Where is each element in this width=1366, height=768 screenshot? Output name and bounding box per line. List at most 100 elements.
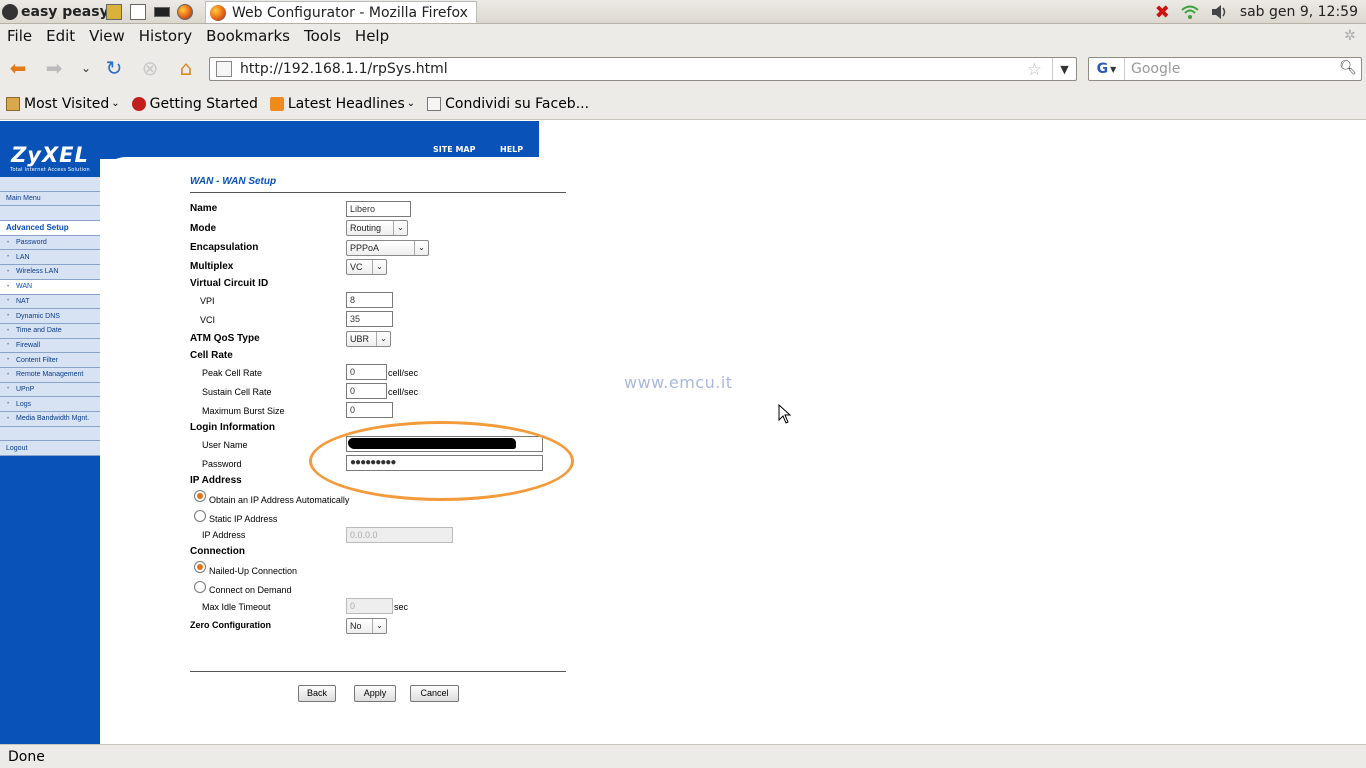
menu-nat[interactable]: NAT bbox=[0, 294, 100, 310]
text-editor-launcher-icon[interactable] bbox=[130, 4, 146, 20]
watermark: www.emcu.it bbox=[624, 373, 733, 392]
page-title: WAN - WAN Setup bbox=[190, 176, 277, 187]
wifi-icon[interactable] bbox=[1180, 4, 1200, 20]
menu-remote-management[interactable]: Remote Management bbox=[0, 367, 100, 383]
obtain-ip-radio[interactable] bbox=[194, 490, 206, 502]
nailed-up-radio[interactable] bbox=[194, 561, 206, 573]
menu-lan[interactable]: LAN bbox=[0, 250, 100, 266]
menu-advanced-setup[interactable]: Advanced Setup bbox=[0, 221, 100, 236]
max-idle-field[interactable]: 0 bbox=[346, 598, 393, 614]
terminal-launcher-icon[interactable] bbox=[154, 7, 170, 17]
zero-config-select[interactable]: No ⌄ bbox=[346, 618, 387, 634]
home-icon[interactable]: ⌂ bbox=[174, 56, 198, 80]
clock[interactable]: sab gen 9, 12:59 bbox=[1240, 4, 1358, 20]
reload-icon[interactable]: ↻ bbox=[102, 56, 126, 80]
system-tray: ✖ sab gen 9, 12:59 bbox=[1155, 0, 1358, 24]
apply-button[interactable]: Apply bbox=[354, 685, 396, 702]
vpi-field[interactable]: 8 bbox=[346, 292, 393, 308]
menu-file[interactable]: File bbox=[0, 27, 39, 45]
sustain-cell-rate-label: Sustain Cell Rate bbox=[202, 387, 272, 397]
zyxel-menu: Main Menu Advanced Setup Password LAN Wi… bbox=[0, 177, 100, 457]
menu-firewall[interactable]: Firewall bbox=[0, 338, 100, 354]
peak-cell-rate-label: Peak Cell Rate bbox=[202, 368, 263, 378]
menu-upnp[interactable]: UPnP bbox=[0, 382, 100, 398]
bookmark-latest-headlines[interactable]: Latest Headlines ⌄ bbox=[264, 96, 421, 112]
forward-icon[interactable]: ➡ bbox=[42, 56, 66, 80]
connect-on-demand-radio[interactable] bbox=[194, 581, 206, 593]
stop-icon[interactable]: ⊗ bbox=[138, 56, 162, 80]
cell-unit: cell/sec bbox=[388, 368, 419, 378]
menu-spacer bbox=[0, 206, 100, 222]
menu-logout[interactable]: Logout bbox=[0, 441, 100, 457]
volume-icon[interactable] bbox=[1210, 4, 1230, 20]
menu-tools[interactable]: Tools bbox=[297, 27, 348, 45]
divider bbox=[190, 192, 566, 193]
login-info-label: Login Information bbox=[190, 422, 275, 433]
page-icon bbox=[427, 96, 442, 111]
encapsulation-select[interactable]: PPPoA ⌄ bbox=[346, 240, 429, 256]
site-identity-icon[interactable] bbox=[216, 61, 232, 77]
search-bar[interactable]: G ▼ Google 🔍︎ bbox=[1088, 57, 1362, 81]
qos-select[interactable]: UBR ⌄ bbox=[346, 331, 391, 347]
bookmark-star-icon[interactable]: ☆ bbox=[1027, 60, 1042, 80]
menu-time-and-date[interactable]: Time and Date bbox=[0, 323, 100, 339]
connect-on-demand-label: Connect on Demand bbox=[209, 585, 292, 595]
name-field[interactable]: Libero bbox=[346, 201, 411, 217]
chevron-down-icon: ⌄ bbox=[414, 241, 428, 255]
menu-logs[interactable]: Logs bbox=[0, 397, 100, 412]
file-manager-launcher-icon[interactable] bbox=[106, 4, 122, 20]
menu-password[interactable]: Password bbox=[0, 235, 100, 251]
multiplex-select[interactable]: VC ⌄ bbox=[346, 259, 387, 275]
multiplex-label: Multiplex bbox=[190, 261, 234, 272]
vci-field[interactable]: 35 bbox=[346, 311, 393, 327]
back-button[interactable]: Back bbox=[298, 685, 336, 702]
menu-history[interactable]: History bbox=[132, 27, 199, 45]
zero-config-label: Zero Configuration bbox=[190, 620, 271, 630]
search-engine-selector[interactable]: G ▼ bbox=[1089, 58, 1125, 80]
window-title: Web Configurator - Mozilla Firefox bbox=[232, 4, 468, 21]
url-dropdown-icon[interactable]: ▼ bbox=[1052, 58, 1076, 80]
menu-main-menu[interactable]: Main Menu bbox=[0, 191, 100, 207]
name-label: Name bbox=[190, 203, 218, 214]
cancel-button[interactable]: Cancel bbox=[410, 685, 459, 702]
bookmark-getting-started[interactable]: Getting Started bbox=[126, 96, 264, 112]
bookmark-condividi[interactable]: Condividi su Faceb... bbox=[421, 96, 595, 112]
vpi-label: VPI bbox=[200, 296, 215, 306]
bookmark-most-visited[interactable]: Most Visited ⌄ bbox=[0, 96, 126, 112]
menu-content-filter[interactable]: Content Filter bbox=[0, 353, 100, 368]
menu-help[interactable]: Help bbox=[348, 27, 396, 45]
menu-bookmarks[interactable]: Bookmarks bbox=[199, 27, 297, 45]
mode-select[interactable]: Routing ⌄ bbox=[346, 220, 408, 236]
close-notification-icon[interactable]: ✖ bbox=[1155, 2, 1170, 23]
multiplex-value: VC bbox=[350, 262, 363, 272]
search-input[interactable]: Google bbox=[1125, 61, 1180, 77]
menu-edit[interactable]: Edit bbox=[39, 27, 82, 45]
url-text[interactable]: http://192.168.1.1/rpSys.html bbox=[240, 61, 448, 77]
menu-wan[interactable]: WAN bbox=[0, 279, 100, 295]
menu-wireless-lan[interactable]: Wireless LAN bbox=[0, 265, 100, 280]
bookmark-label: Getting Started bbox=[149, 95, 258, 112]
sustain-cell-rate-field[interactable]: 0 bbox=[346, 383, 387, 399]
chevron-down-icon: ⌄ bbox=[372, 619, 386, 633]
max-burst-field[interactable]: 0 bbox=[346, 402, 393, 418]
encapsulation-label: Encapsulation bbox=[190, 242, 259, 253]
ip-address-label: IP Address bbox=[202, 530, 246, 540]
ip-address-field[interactable]: 0.0.0.0 bbox=[346, 527, 453, 543]
menu-media-bandwidth[interactable]: Media Bandwidth Mgnt. bbox=[0, 412, 100, 427]
history-dropdown-icon[interactable]: ⌄ bbox=[74, 56, 98, 80]
static-ip-radio[interactable] bbox=[194, 510, 206, 522]
chevron-down-icon: ⌄ bbox=[393, 221, 407, 235]
back-icon[interactable]: ⬅ bbox=[6, 56, 30, 80]
url-bar[interactable]: http://192.168.1.1/rpSys.html ☆ ▼ bbox=[209, 57, 1077, 81]
firefox-launcher-icon[interactable] bbox=[177, 4, 193, 20]
menu-spacer bbox=[0, 177, 100, 192]
menu-dynamic-dns[interactable]: Dynamic DNS bbox=[0, 309, 100, 324]
distro-menu[interactable]: easy peasy bbox=[2, 2, 109, 22]
google-icon: G bbox=[1096, 61, 1109, 77]
page-content: SITE MAP HELP ZyXEL Total Internet Acces… bbox=[0, 121, 1366, 744]
peak-cell-rate-field[interactable]: 0 bbox=[346, 364, 387, 380]
taskbar-window-firefox[interactable]: Web Configurator - Mozilla Firefox bbox=[205, 1, 477, 23]
search-icon[interactable]: 🔍︎ bbox=[1339, 60, 1357, 76]
distro-logo-icon bbox=[2, 4, 18, 20]
menu-view[interactable]: View bbox=[82, 27, 132, 45]
